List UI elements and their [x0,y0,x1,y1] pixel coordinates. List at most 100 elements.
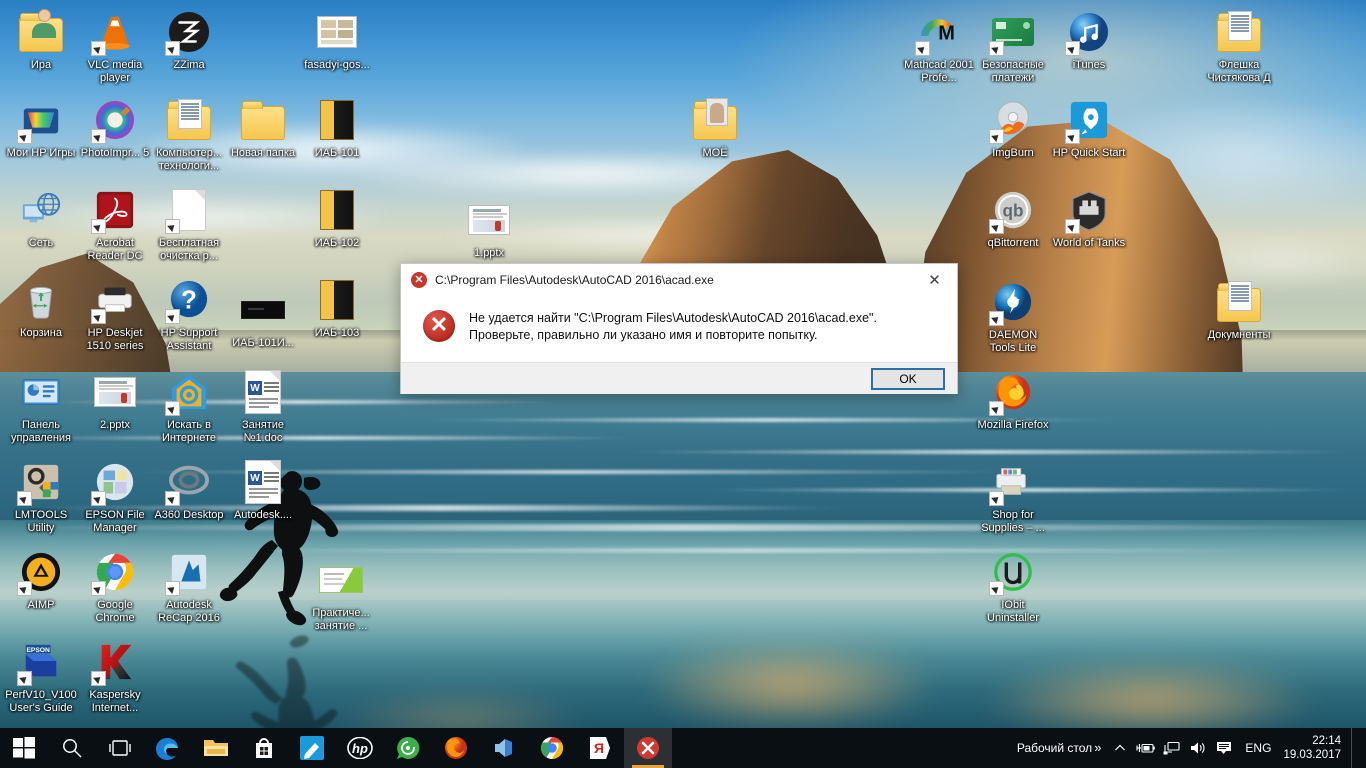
tray-battery-icon[interactable] [1133,728,1159,768]
desktop-icon[interactable]: 1.pptx [452,196,526,260]
action-center-icon[interactable] [1211,728,1237,768]
paint3d-button[interactable] [288,728,336,768]
firefox-button[interactable] [432,728,480,768]
desktop-icon-label: Корзина [20,327,62,339]
store-button[interactable] [240,728,288,768]
search-button[interactable] [48,728,96,768]
hp-button[interactable]: hp [336,728,384,768]
desktop-icon[interactable]: ? HP Support Assistant [152,276,226,352]
shortcut-arrow-icon [17,581,32,596]
desktop-icon[interactable]: Искать в Интернете [152,368,226,444]
chrome-button[interactable] [528,728,576,768]
desktop-icon[interactable]: Докумненты [1202,278,1276,342]
desktop-icon[interactable]: HP Quick Start [1052,96,1126,160]
desktop-icon[interactable]: Компьютер... технологи... [152,96,226,172]
notification-icon [1217,742,1232,754]
desktop-icon[interactable]: ИАБ-103 [300,276,374,340]
desktop-icon[interactable]: ImgBurn [976,96,1050,160]
desktop-icon-label: World of Tanks [1052,237,1126,249]
desktop-icon[interactable]: ИАБ-101И... [226,286,300,350]
desktop-icon[interactable]: Флешка Чистякова Д [1202,8,1276,84]
word-doc-icon: W [239,368,287,416]
desktop-icon[interactable]: W Занятие №1.doc [226,368,300,444]
error-window-button[interactable] [624,728,672,768]
shortcut-arrow-icon [989,401,1004,416]
desktop-icon[interactable]: fasadyi-gos... [300,8,374,72]
desktop-icon[interactable]: ИАБ-102 [300,186,374,250]
desktop-icon[interactable]: EPSON File Manager [78,458,152,534]
desktop-icon-label: PerfV10_V100 User's Guide [5,689,77,714]
hp-icon: hp [347,737,373,759]
desktop-icon[interactable]: DAEMON Tools Lite [976,278,1050,354]
show-desktop-button[interactable] [1351,728,1358,768]
desktop-icon[interactable]: Практиче... занятие ... [304,556,378,632]
windows-logo-icon [13,737,35,759]
desktop-icon[interactable]: VLC media player [78,8,152,84]
desktop-icon[interactable]: Autodesk ReCap 2016 [152,548,226,624]
folder-docs-icon [1215,278,1263,326]
start-button[interactable] [0,728,48,768]
shortcut-arrow-icon [91,219,106,234]
desktop-icon[interactable]: Безопасные платежи [976,8,1050,84]
error-dialog[interactable]: ✕ C:\Program Files\Autodesk\AutoCAD 2016… [400,263,958,394]
desktop-icon[interactable]: Shop for Supplies – ... [976,458,1050,534]
printer-icon [91,276,139,324]
shortcut-arrow-icon [915,41,930,56]
desktop-icon[interactable]: ИАБ-101 [300,96,374,160]
desktop-icon-label: Флешка Чистякова Д [1207,59,1271,84]
desktop-icon[interactable]: Ира [4,8,78,72]
word-doc-icon: W [239,458,287,506]
desktop-icon[interactable]: ZZima [152,8,226,72]
tray-volume-icon[interactable] [1185,728,1211,768]
tray-expand-icon[interactable] [1107,728,1133,768]
desktop-icon[interactable]: M Mathcad 2001 Profe... [902,8,976,84]
taskbar-overflow-icon[interactable]: » [1094,740,1102,755]
desktop-icon[interactable]: HP Deskjet 1510 series [78,276,152,352]
desktop-icon[interactable]: PhotoImpr... 5 [78,96,152,160]
desktop-icon[interactable]: Новая папка [226,96,300,160]
icq-button[interactable] [384,728,432,768]
desktop-icon[interactable]: Сеть [4,186,78,250]
desktop-icon[interactable]: EPSON PerfV10_V100 User's Guide [4,638,78,714]
close-icon[interactable]: ✕ [912,264,957,295]
language-indicator[interactable]: ENG [1237,741,1279,755]
desktop-icon[interactable]: IObit Uninstaller [976,548,1050,624]
ok-button[interactable]: OK [871,367,945,390]
desktop-icon[interactable]: МОЁ [678,96,752,160]
desktop-icon-label: VLC media player [87,59,143,84]
microsoft-store-icon [256,738,272,758]
volume-app-button[interactable] [480,728,528,768]
edge-button[interactable] [144,728,192,768]
desktop-icon[interactable]: W Autodesk.... [226,458,300,522]
task-view-button[interactable] [96,728,144,768]
desktop-icon[interactable]: qb qBittorrent [976,186,1050,250]
folder-shape [693,98,737,140]
yandex-button[interactable]: Я [576,728,624,768]
desktop-icon[interactable]: 2.pptx [78,368,152,432]
desktop-icon[interactable]: Корзина [4,276,78,340]
tray-network-icon[interactable] [1159,728,1185,768]
desktop-icon[interactable]: iTunes [1052,8,1126,72]
file-explorer-button[interactable] [192,728,240,768]
pptx-icon [465,196,513,244]
desktop-icon[interactable]: Бесплатная очистка р... [152,186,226,262]
clock[interactable]: 22:14 19.03.2017 [1279,734,1351,762]
desktop-icon-label: Бесплатная очистка р... [158,237,220,262]
desktop-icon[interactable]: LMTOOLS Utility [4,458,78,534]
overflow-glyph: » [1094,740,1102,755]
svg-text:hp: hp [352,741,368,756]
show-desktop-label[interactable]: Рабочий стол [1011,741,1094,755]
desktop-icon[interactable]: Acrobat Reader DC [78,186,152,262]
desktop-icon[interactable]: AIMP [4,548,78,612]
desktop-icon[interactable]: World of Tanks [1052,186,1126,250]
clock-date: 19.03.2017 [1283,749,1341,761]
desktop-icon[interactable]: Google Chrome [78,548,152,624]
desktop-icon[interactable]: Mozilla Firefox [976,368,1050,432]
folder-shape [167,99,211,140]
desktop-icon-label: Новая папка [230,147,296,159]
desktop-icon[interactable]: A360 Desktop [152,458,226,522]
desktop-icon-label: Компьютер... технологи... [155,147,223,172]
desktop-icon[interactable]: Мои HP Игры [4,96,78,160]
desktop-icon[interactable]: Панель управления [4,368,78,444]
desktop-icon[interactable]: Kaspersky Internet... [78,638,152,714]
